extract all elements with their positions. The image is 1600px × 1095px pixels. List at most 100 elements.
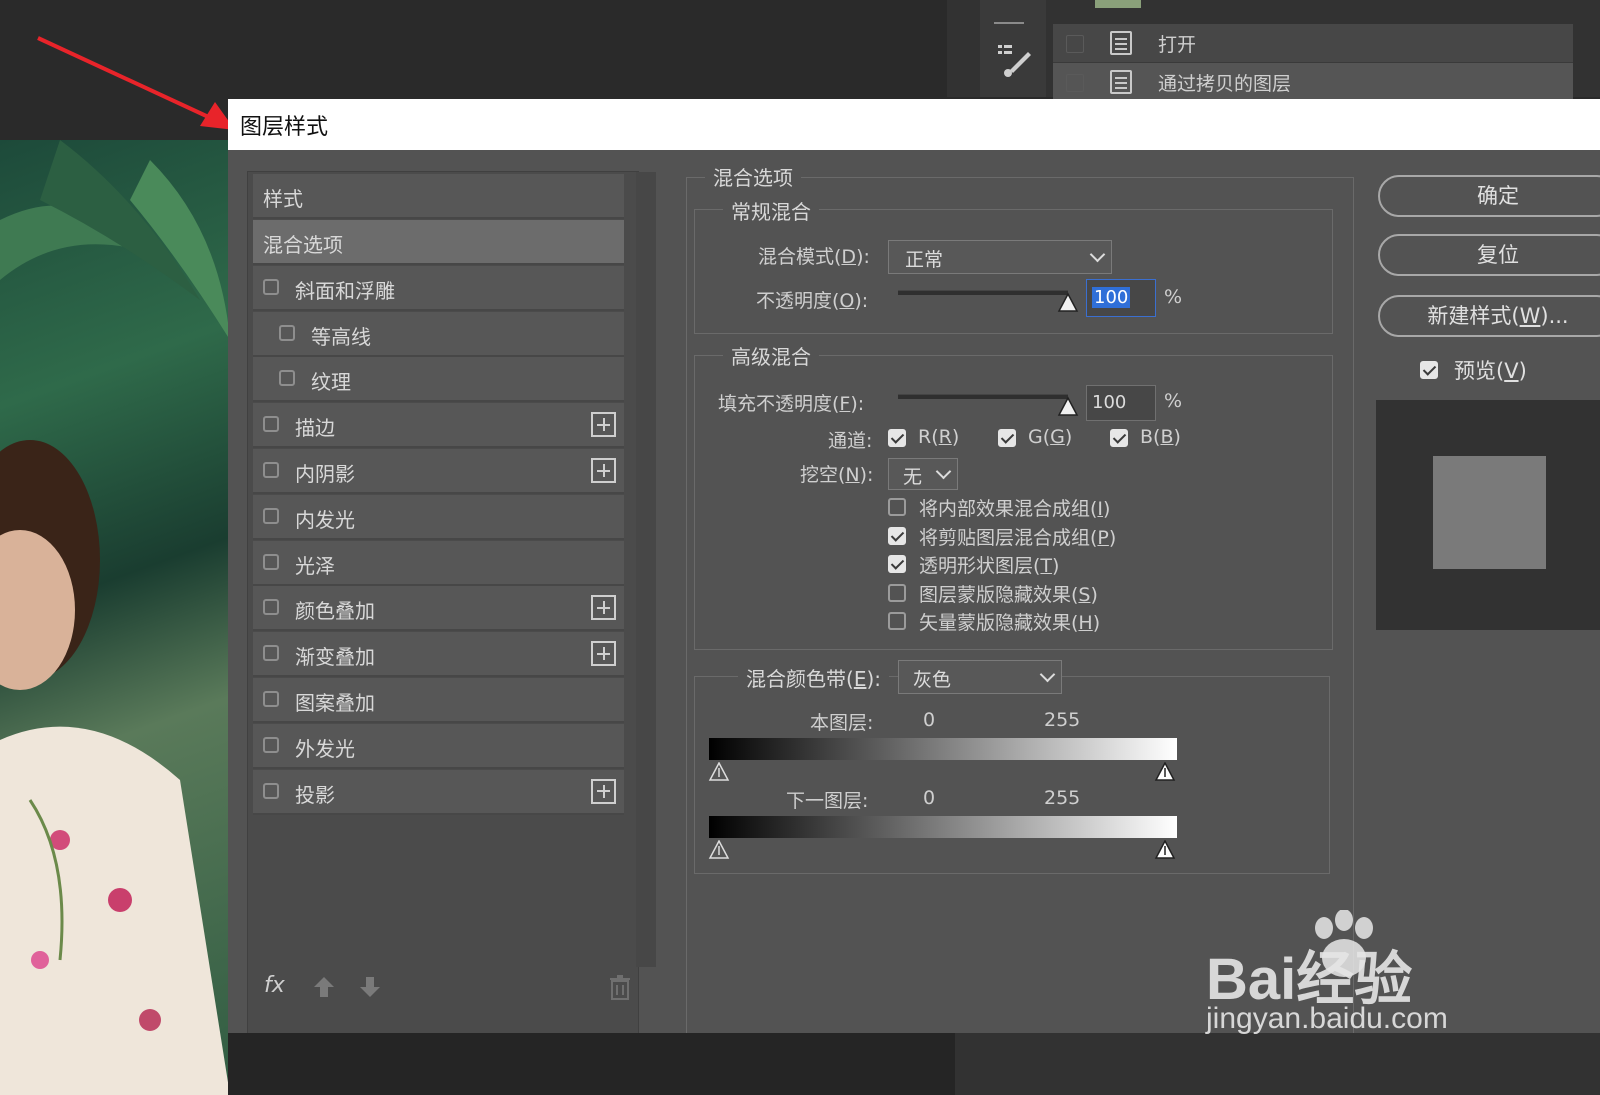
channel-checkbox[interactable] xyxy=(998,429,1016,447)
this-layer-max: 255 xyxy=(1044,709,1081,731)
advanced-option-label: 矢量蒙版隐藏效果(H) xyxy=(919,612,1101,634)
blend-mode-dropdown[interactable]: 正常 xyxy=(888,240,1112,274)
style-item[interactable]: 内阴影 xyxy=(253,449,624,494)
advanced-option-checkbox[interactable] xyxy=(888,583,906,602)
style-item[interactable]: 图案叠加 xyxy=(253,678,624,723)
style-checkbox[interactable] xyxy=(279,324,295,341)
style-checkbox[interactable] xyxy=(263,462,279,478)
chevron-down-icon xyxy=(935,463,952,480)
dialog-title: 图层样式 xyxy=(240,115,329,140)
style-item-label: 图案叠加 xyxy=(295,691,375,715)
style-item[interactable]: 光泽 xyxy=(253,540,624,586)
advanced-option-label: 将内部效果混合成组(I) xyxy=(919,498,1111,520)
channel-label: R(R) xyxy=(918,426,960,448)
knockout-dropdown[interactable]: 无 xyxy=(888,458,958,490)
style-checkbox[interactable] xyxy=(263,416,279,433)
style-item[interactable]: 纹理 xyxy=(253,357,624,403)
history-item-label: 通过拷贝的图层 xyxy=(1158,73,1292,95)
style-item[interactable]: 外发光 xyxy=(253,723,624,769)
ok-button[interactable]: 确定 xyxy=(1378,175,1600,217)
fx-button[interactable]: fx xyxy=(264,973,285,998)
advanced-option-checkbox[interactable] xyxy=(888,612,906,630)
blend-if-value: 灰色 xyxy=(913,669,952,691)
fill-opacity-slider-track[interactable] xyxy=(898,394,1068,399)
advanced-option-label: 透明形状图层(T) xyxy=(919,555,1060,577)
fill-opacity-slider-thumb[interactable] xyxy=(1057,396,1079,418)
style-item-label: 渐变叠加 xyxy=(295,645,375,670)
fill-opacity-label: 填充不透明度(F): xyxy=(718,393,865,415)
baidu-watermark: Bai经验 jingyan.baidu.com xyxy=(1206,910,1586,1040)
add-effect-icon[interactable] xyxy=(591,595,616,621)
general-blending-title: 常规混合 xyxy=(723,196,819,225)
underlying-layer-white-thumb[interactable] xyxy=(1154,840,1176,860)
history-doc-icon xyxy=(1110,31,1132,55)
style-item[interactable]: 内发光 xyxy=(253,494,624,540)
channel-label: B(B) xyxy=(1140,426,1181,448)
underlying-layer-gradient xyxy=(709,816,1177,838)
move-up-icon[interactable] xyxy=(312,975,336,999)
knockout-value: 无 xyxy=(903,466,923,488)
history-snapshot-thumb[interactable] xyxy=(1095,0,1141,8)
style-checkbox[interactable] xyxy=(263,691,279,707)
style-item[interactable]: 斜面和浮雕 xyxy=(253,265,624,311)
this-layer-black-thumb[interactable] xyxy=(708,762,730,782)
this-layer-min: 0 xyxy=(923,709,936,731)
add-effect-icon[interactable] xyxy=(591,412,616,438)
trash-icon[interactable] xyxy=(608,975,632,1001)
underlying-layer-black-thumb[interactable] xyxy=(708,840,730,860)
opacity-slider-thumb[interactable] xyxy=(1057,292,1079,314)
style-item[interactable]: 投影 xyxy=(253,769,624,815)
brush-icon[interactable] xyxy=(980,0,1046,97)
style-item[interactable]: 渐变叠加 xyxy=(253,632,624,678)
dialog-titlebar[interactable]: 图层样式 xyxy=(228,99,1600,150)
history-item-label: 打开 xyxy=(1158,34,1197,56)
opacity-percent: % xyxy=(1164,286,1183,308)
style-checkbox[interactable] xyxy=(263,736,279,753)
reset-button[interactable]: 复位 xyxy=(1378,234,1600,276)
style-checkbox[interactable] xyxy=(263,782,279,799)
add-effect-icon[interactable] xyxy=(591,778,616,804)
opacity-input[interactable]: 100 xyxy=(1086,279,1156,317)
red-arrow-annotation xyxy=(37,36,235,130)
style-item[interactable]: 描边 xyxy=(253,403,624,449)
channel-checkbox[interactable] xyxy=(1110,429,1128,447)
preview-checkbox[interactable] xyxy=(1420,361,1438,379)
history-checkbox[interactable] xyxy=(1066,35,1084,53)
preview-label: 预览(V) xyxy=(1454,359,1527,383)
new-style-button[interactable]: 新建样式(W)... xyxy=(1378,295,1600,337)
style-preview-swatch xyxy=(1433,456,1546,569)
history-item-open[interactable]: 打开 xyxy=(1053,24,1573,63)
style-item-label: 颜色叠加 xyxy=(295,599,375,624)
advanced-option-checkbox[interactable] xyxy=(888,498,906,516)
style-item-label: 内阴影 xyxy=(295,462,355,486)
add-effect-icon[interactable] xyxy=(591,458,616,483)
style-checkbox[interactable] xyxy=(263,599,279,616)
style-checkbox[interactable] xyxy=(263,278,279,295)
styles-list-scrollbar[interactable] xyxy=(636,172,656,967)
style-checkbox[interactable] xyxy=(279,370,295,387)
style-checkbox[interactable] xyxy=(263,507,279,524)
style-checkbox[interactable] xyxy=(263,645,279,662)
advanced-option-checkbox[interactable] xyxy=(888,526,906,545)
channel-checkbox[interactable] xyxy=(888,429,906,447)
advanced-option-checkbox[interactable] xyxy=(888,555,906,573)
blend-if-dropdown[interactable]: 灰色 xyxy=(898,660,1062,694)
fill-opacity-input[interactable]: 100 xyxy=(1086,385,1156,421)
this-layer-gradient xyxy=(709,738,1177,760)
style-item[interactable]: 颜色叠加 xyxy=(253,586,624,632)
style-item[interactable]: 等高线 xyxy=(253,311,624,357)
move-down-icon[interactable] xyxy=(358,975,382,999)
chevron-down-icon xyxy=(1039,666,1056,683)
advanced-option-label: 将剪贴图层混合成组(P) xyxy=(919,526,1117,549)
style-item[interactable]: 混合选项 xyxy=(253,220,624,265)
this-layer-white-thumb[interactable] xyxy=(1154,762,1176,782)
history-checkbox[interactable] xyxy=(1066,74,1084,92)
history-item-copy-layer[interactable]: 通过拷贝的图层 xyxy=(1053,63,1573,102)
add-effect-icon[interactable] xyxy=(591,641,616,667)
channel-label: G(G) xyxy=(1028,426,1073,448)
style-checkbox[interactable] xyxy=(263,553,279,570)
style-item-label: 描边 xyxy=(295,416,335,441)
style-item-label: 斜面和浮雕 xyxy=(295,278,395,303)
opacity-slider-track[interactable] xyxy=(898,290,1068,295)
history-doc-icon xyxy=(1110,70,1132,94)
